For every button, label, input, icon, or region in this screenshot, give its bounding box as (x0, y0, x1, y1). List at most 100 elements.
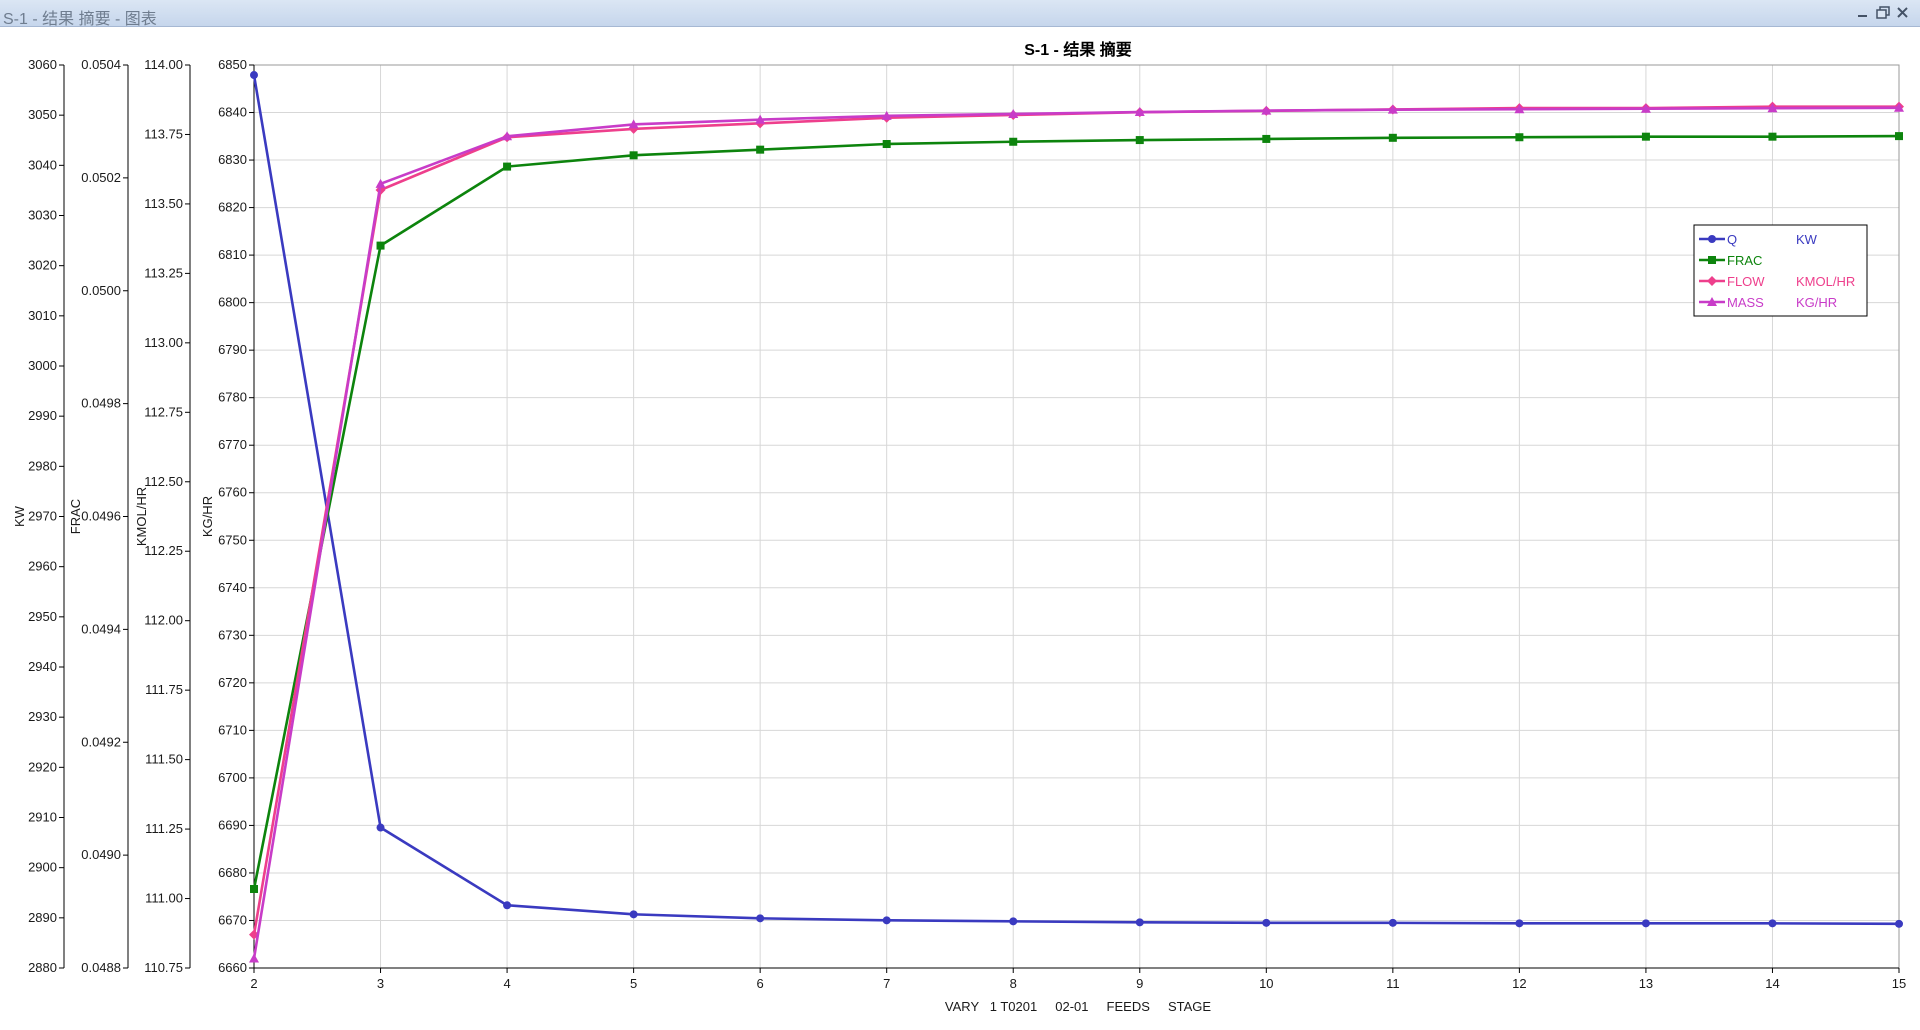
x-tick-label: 12 (1512, 976, 1526, 991)
y-tick-label: 2900 (28, 860, 57, 875)
y-tick-label: 6730 (218, 627, 247, 642)
y-tick-label: 111.25 (145, 821, 183, 836)
window-title: S-1 - 结果 摘要 - 图表 (3, 11, 157, 28)
y-tick-label: 6690 (218, 817, 247, 832)
y-tick-label: 3020 (28, 258, 57, 273)
y-tick-label: 0.0502 (81, 170, 121, 185)
y-tick-label: 6800 (218, 295, 247, 310)
data-point (1515, 133, 1524, 142)
data-point (629, 910, 638, 919)
data-point (1515, 919, 1524, 928)
y-tick-label: 112.50 (144, 474, 183, 489)
x-tick-label: 14 (1765, 976, 1779, 991)
data-point (882, 916, 891, 925)
y-tick-label: 110.75 (144, 960, 183, 975)
series-line-q (252, 74, 1900, 926)
y-tick-label: 2960 (28, 559, 57, 574)
y-tick-label: 2980 (28, 458, 57, 473)
y-tick-label: 6820 (218, 200, 247, 215)
data-point (882, 140, 891, 149)
x-tick-label: 11 (1386, 976, 1400, 991)
y-tick-label: 114.00 (144, 57, 183, 72)
data-point (756, 145, 765, 154)
data-point (1009, 917, 1018, 926)
series-q (250, 71, 1903, 928)
y-tick-label: 113.75 (144, 126, 183, 141)
x-tick-label: 9 (1136, 976, 1143, 991)
x-tick-label: 5 (630, 976, 637, 991)
data-point (1388, 918, 1397, 927)
legend-label: FLOW (1727, 274, 1765, 289)
x-axis-title: VARY 1 T0201 02-01 FEEDS STAGE (945, 999, 1211, 1014)
y-tick-label: 6830 (218, 152, 247, 167)
y-tick-label: 3060 (28, 57, 57, 72)
y-tick-label: 112.75 (144, 404, 183, 419)
y-tick-label: 6840 (218, 105, 247, 120)
minimize-icon[interactable] (1855, 6, 1871, 20)
grid-lines (253, 64, 1900, 969)
x-tick-label: 4 (503, 976, 510, 991)
chart-window: S-1 - 结果 摘要 - 图表 S-1 - 结果 摘要 2880 2890 290… (0, 0, 1920, 1030)
data-point (250, 71, 258, 80)
y-tick-label: 0.0498 (81, 396, 121, 411)
data-point (1388, 133, 1397, 142)
data-point (376, 241, 385, 250)
y-tick-label: 0.0490 (81, 847, 121, 862)
window-titlebar[interactable]: S-1 - 结果 摘要 - 图表 (0, 0, 1920, 28)
y-tick-label: 6660 (218, 960, 247, 975)
y-tick-label: 2910 (28, 810, 57, 825)
y-tick-label: 6850 (218, 57, 247, 72)
data-point (503, 162, 512, 171)
series-line-flow (252, 105, 1899, 935)
y-tick-label: 2940 (28, 659, 57, 674)
legend-label: MASS (1727, 295, 1764, 310)
y-axis-title-kghr: KG/HR (200, 496, 215, 537)
data-point (1895, 919, 1903, 928)
y-tick-label: 111.50 (145, 752, 183, 767)
y-tick-label: 2880 (28, 960, 57, 975)
y-tick-label: 0.0504 (81, 57, 121, 72)
y-tick-label: 2990 (28, 408, 57, 423)
x-tick-label: 15 (1892, 976, 1906, 991)
data-point (376, 823, 385, 832)
y-tick-label: 2950 (28, 609, 57, 624)
data-point (1135, 136, 1144, 145)
y-tick-label: 0.0500 (81, 283, 121, 298)
legend-label: FRAC (1727, 253, 1762, 268)
restore-icon[interactable] (1875, 6, 1891, 20)
series-line-mass (252, 106, 1900, 959)
y-tick-label: 111.00 (145, 891, 183, 906)
y-tick-label: 0.0494 (81, 621, 121, 636)
plot-frame (253, 64, 1900, 969)
y-tick-label: 6810 (218, 247, 247, 262)
y-tick-label: 6720 (218, 675, 247, 690)
y-tick-label: 6750 (218, 532, 247, 547)
y-tick-label: 3000 (28, 358, 57, 373)
data-point (1708, 235, 1716, 243)
legend[interactable]: Q KW FRAC FLOW KMOL/HR MASS KG/HR (1693, 224, 1868, 317)
close-icon[interactable] (1895, 6, 1911, 20)
legend-unit: KMOL/HR (1796, 274, 1855, 289)
y-tick-label: 6710 (218, 722, 247, 737)
y-tick-label: 6670 (218, 912, 247, 927)
y-tick-label: 2920 (28, 759, 57, 774)
y-tick-label: 6780 (218, 390, 247, 405)
data-point (1768, 919, 1777, 928)
data-point (1135, 918, 1144, 927)
y-tick-label: 6740 (218, 580, 247, 595)
data-point (756, 914, 765, 923)
data-point (250, 884, 258, 893)
data-point (1768, 132, 1777, 141)
x-tick-label: 3 (377, 976, 384, 991)
y-tick-label: 113.25 (144, 265, 183, 280)
y-tick-label: 3040 (28, 157, 57, 172)
data-point (503, 901, 512, 910)
y-axis-title-frac: FRAC (68, 499, 83, 534)
y-tick-label: 113.00 (144, 335, 183, 350)
y-tick-label: 112.00 (144, 613, 183, 628)
y-tick-label: 6760 (218, 485, 247, 500)
plot-series (249, 71, 1904, 963)
data-point (1641, 132, 1650, 141)
series-frac (250, 132, 1903, 893)
x-tick-label: 8 (1010, 976, 1017, 991)
